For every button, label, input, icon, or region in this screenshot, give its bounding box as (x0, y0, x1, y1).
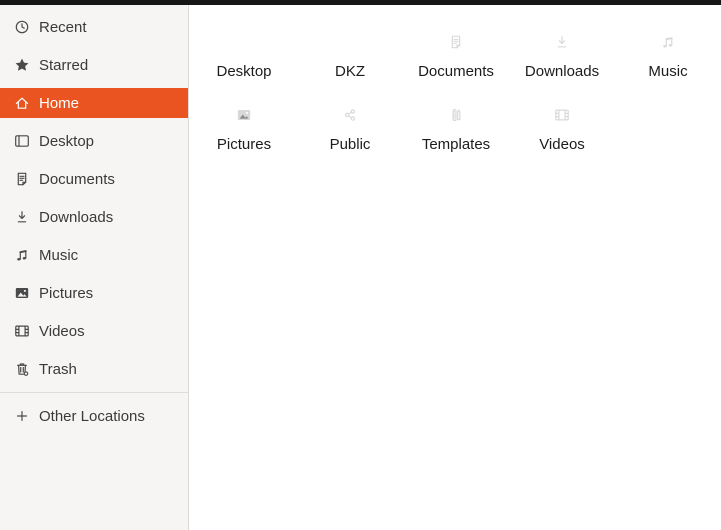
sidebar-item-label: Downloads (39, 208, 114, 226)
sidebar-item-pictures[interactable]: Pictures (0, 278, 188, 308)
file-desktop[interactable]: Desktop (191, 15, 297, 88)
sidebar-item-recent[interactable]: Recent (0, 12, 188, 42)
file-music[interactable]: Music (615, 15, 721, 88)
video-emblem-icon (555, 109, 569, 121)
sidebar-item-trash[interactable]: Trash (0, 354, 188, 384)
folder-icon (537, 88, 587, 134)
folder-icon (431, 15, 481, 61)
sidebar-item-label: Documents (39, 170, 115, 188)
template-emblem-icon (452, 108, 461, 122)
trash-icon (14, 361, 30, 377)
sidebar-item-starred[interactable]: Starred (0, 50, 188, 80)
folder-icon (643, 15, 693, 61)
file-pictures[interactable]: Pictures (191, 88, 297, 161)
sidebar-list: Recent Starred Home Desktop Documents Do… (0, 12, 188, 392)
sidebar-item-other-locations[interactable]: Other Locations (0, 401, 188, 431)
file-downloads[interactable]: Downloads (509, 15, 615, 88)
sidebar-item-label: Music (39, 246, 79, 264)
music-emblem-icon (662, 37, 673, 49)
sidebar-item-label: Pictures (39, 284, 94, 302)
sidebar-item-desktop[interactable]: Desktop (0, 126, 188, 156)
clock-icon (14, 19, 30, 35)
sidebar-item-label: Desktop (39, 132, 95, 150)
video-icon (14, 323, 30, 339)
star-icon (14, 57, 30, 73)
share-emblem-icon (344, 109, 356, 121)
file-dkz[interactable]: DKZ (297, 15, 403, 88)
folder-icon (325, 15, 375, 61)
folder-icon (537, 15, 587, 61)
sidebar-item-home[interactable]: Home (0, 88, 188, 118)
sidebar-item-label: Starred (39, 56, 89, 74)
sidebar-item-videos[interactable]: Videos (0, 316, 188, 346)
file-videos[interactable]: Videos (509, 88, 615, 161)
sidebar-item-label: Recent (39, 18, 87, 36)
home-icon (14, 95, 30, 111)
image-emblem-icon (237, 110, 251, 120)
sidebar-divider (0, 392, 188, 393)
window-body: Recent Starred Home Desktop Documents Do… (0, 5, 721, 530)
file-label: Desktop (216, 63, 272, 80)
file-label: Videos (539, 136, 585, 153)
file-label: Documents (418, 63, 494, 80)
desktop-icon (14, 133, 30, 149)
folder-icon (325, 88, 375, 134)
sidebar-item-downloads[interactable]: Downloads (0, 202, 188, 232)
sidebar-item-label: Trash (39, 360, 77, 378)
folder-icon (219, 88, 269, 134)
document-emblem-icon (451, 35, 461, 49)
music-icon (14, 247, 30, 263)
download-icon (14, 209, 30, 225)
folder-icon (431, 88, 481, 134)
file-label: Templates (421, 136, 491, 153)
file-public[interactable]: Public (297, 88, 403, 161)
sidebar: Recent Starred Home Desktop Documents Do… (0, 5, 189, 530)
plus-icon (14, 408, 30, 424)
file-label: Public (329, 136, 371, 153)
desktop-thumbnail-icon (219, 15, 269, 61)
sidebar-item-label: Home (39, 94, 80, 112)
document-icon (14, 171, 30, 187)
file-label: Downloads (524, 63, 600, 80)
sidebar-item-music[interactable]: Music (0, 240, 188, 270)
file-label: DKZ (335, 63, 365, 80)
file-documents[interactable]: Documents (403, 15, 509, 88)
file-grid: Desktop DKZ Documents Downloads Music Pi… (189, 5, 721, 530)
file-templates[interactable]: Templates (403, 88, 509, 161)
file-label: Music (648, 63, 688, 80)
sidebar-item-label: Videos (39, 322, 85, 340)
sidebar-item-documents[interactable]: Documents (0, 164, 188, 194)
image-icon (14, 285, 30, 301)
download-emblem-icon (557, 36, 567, 48)
files-window: Recent Starred Home Desktop Documents Do… (0, 0, 721, 530)
file-label: Pictures (216, 136, 272, 153)
sidebar-item-label: Other Locations (39, 407, 145, 425)
